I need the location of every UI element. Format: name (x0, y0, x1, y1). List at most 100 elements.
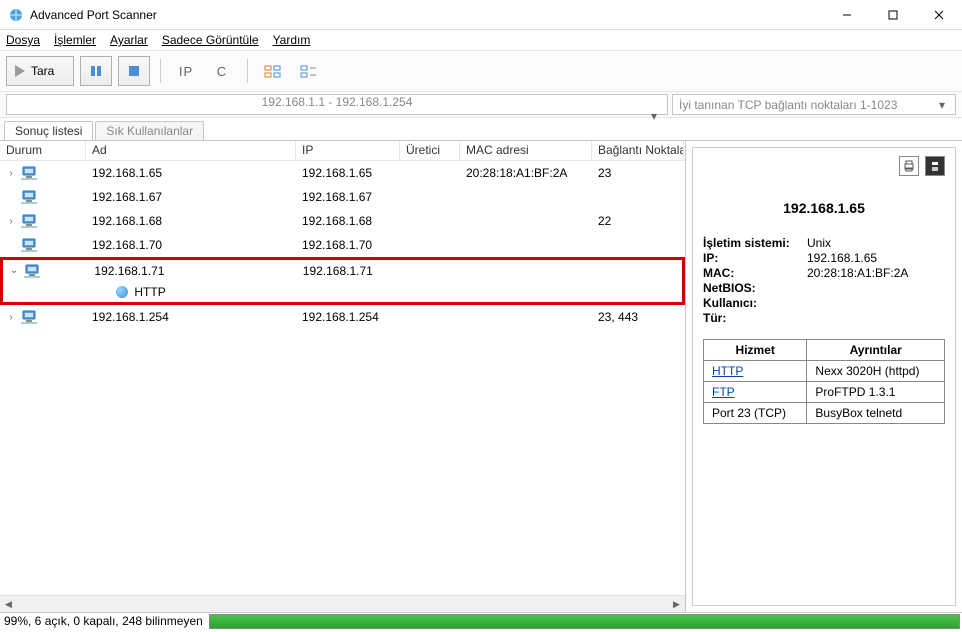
menu-bar: Dosya İşlemler Ayarlar Sadece Görüntüle … (0, 30, 962, 50)
separator (247, 59, 248, 83)
menu-file[interactable]: Dosya (6, 33, 40, 47)
expand-icon[interactable]: › (6, 168, 16, 179)
table-row[interactable]: ⌄ 192.168.1.71192.168.1.71 (0, 257, 685, 281)
toolbar: Tara IP C (0, 50, 962, 92)
main-area: Durum Ad IP Üretici MAC adresi Bağlantı … (0, 140, 962, 612)
cell-name: 192.168.1.65 (86, 166, 296, 180)
menu-help[interactable]: Yardım (273, 33, 311, 47)
netbios-label: NetBIOS: (703, 281, 807, 295)
progress-bar (209, 614, 960, 629)
separator (160, 59, 161, 83)
ip-range-value: 192.168.1.1 - 192.168.1.254 (262, 95, 413, 109)
cell-ip: 192.168.1.67 (296, 190, 400, 204)
det-header: Ayrıntılar (807, 340, 945, 361)
ip-label: IP: (703, 251, 807, 265)
tab-bar: Sonuç listesi Sık Kullanılanlar (0, 118, 962, 140)
host-icon (23, 264, 41, 278)
cell-ip: 192.168.1.68 (296, 214, 400, 228)
service-link[interactable]: FTP (712, 385, 735, 399)
expand-icon[interactable]: › (6, 216, 16, 227)
host-icon (20, 310, 38, 324)
menu-view[interactable]: Sadece Görüntüle (162, 33, 259, 47)
table-row[interactable]: ›192.168.1.68192.168.1.6822 (0, 209, 685, 233)
service-link[interactable]: HTTP (712, 364, 743, 378)
scan-button[interactable]: Tara (6, 56, 74, 86)
results-rows: › 192.168.1.65192.168.1.65 20:28:18:A1:BF:… (0, 161, 685, 595)
tab-results[interactable]: Sonuç listesi (4, 121, 93, 140)
title-bar: Advanced Port Scanner (0, 0, 962, 30)
menu-actions[interactable]: İşlemler (54, 33, 96, 47)
dropdown-icon[interactable]: ▾ (935, 98, 949, 112)
service-detail: ProFTPD 1.3.1 (807, 382, 945, 403)
save-button[interactable] (925, 156, 945, 176)
table-row[interactable]: ›192.168.1.67192.168.1.67 (0, 185, 685, 209)
stop-button[interactable] (118, 56, 150, 86)
col-mac[interactable]: MAC adresi (460, 141, 592, 160)
service-row: HTTP Nexx 3020H (httpd) (704, 361, 945, 382)
host-icon (20, 214, 38, 228)
host-icon (20, 190, 38, 204)
filter-bar: 192.168.1.1 - 192.168.1.254 ▾ İyi tanına… (0, 92, 962, 118)
mac-label: MAC: (703, 266, 807, 280)
cell-ports: 23 (592, 166, 684, 180)
close-button[interactable] (916, 0, 962, 30)
expand-all-button[interactable] (258, 56, 288, 86)
cell-ip: 192.168.1.71 (297, 264, 400, 278)
print-button[interactable] (899, 156, 919, 176)
expand-icon[interactable]: ⌄ (9, 265, 19, 276)
service-detail: Nexx 3020H (httpd) (807, 361, 945, 382)
host-icon (20, 238, 38, 252)
table-header: Durum Ad IP Üretici MAC adresi Bağlantı … (0, 141, 685, 161)
col-name[interactable]: Ad (86, 141, 296, 160)
window-title: Advanced Port Scanner (30, 8, 824, 22)
expand-icon[interactable]: › (6, 312, 16, 323)
cell-ip: 192.168.1.65 (296, 166, 400, 180)
cell-ports: 22 (592, 214, 684, 228)
services-table: Hizmet Ayrıntılar HTTP Nexx 3020H (httpd)… (703, 339, 945, 424)
col-status[interactable]: Durum (0, 141, 86, 160)
maximize-button[interactable] (870, 0, 916, 30)
ip-button[interactable]: IP (171, 56, 201, 86)
host-icon (20, 166, 38, 180)
table-row[interactable]: ›192.168.1.254192.168.1.25423, 443 (0, 305, 685, 329)
c-button[interactable]: C (207, 56, 237, 86)
cell-name: 192.168.1.254 (86, 310, 296, 324)
ip-value: 192.168.1.65 (807, 251, 945, 265)
play-icon (13, 64, 27, 78)
app-icon (8, 7, 24, 23)
cell-name: 192.168.1.70 (86, 238, 296, 252)
cell-mac: 20:28:18:A1:BF:2A (460, 166, 592, 180)
results-pane: Durum Ad IP Üretici MAC adresi Bağlantı … (0, 141, 686, 612)
port-filter-value: İyi tanınan TCP bağlantı noktaları 1-102… (679, 98, 897, 112)
pause-button[interactable] (80, 56, 112, 86)
tab-favorites[interactable]: Sık Kullanılanlar (95, 121, 204, 140)
status-text: 99%, 6 açık, 0 kapalı, 248 bilinmeyen (0, 613, 207, 630)
scroll-left-icon[interactable]: ◀ (0, 596, 17, 613)
os-value: Unix (807, 236, 945, 250)
collapse-all-button[interactable] (294, 56, 324, 86)
mac-value: 20:28:18:A1:BF:2A (807, 266, 945, 280)
col-vendor[interactable]: Üretici (400, 141, 460, 160)
minimize-button[interactable] (824, 0, 870, 30)
table-row[interactable]: › 192.168.1.65192.168.1.65 20:28:18:A1:BF:… (0, 161, 685, 185)
col-ip[interactable]: IP (296, 141, 400, 160)
table-subrow[interactable]: HTTP (0, 281, 685, 305)
scroll-right-icon[interactable]: ▶ (668, 596, 685, 613)
port-filter-input[interactable]: İyi tanınan TCP bağlantı noktaları 1-102… (672, 94, 956, 115)
http-icon (116, 286, 128, 298)
horizontal-scrollbar[interactable]: ◀ ▶ (0, 595, 685, 612)
user-label: Kullanıcı: (703, 296, 807, 310)
service-detail: BusyBox telnetd (807, 403, 945, 424)
service-row: FTP ProFTPD 1.3.1 (704, 382, 945, 403)
menu-settings[interactable]: Ayarlar (110, 33, 148, 47)
svc-header: Hizmet (704, 340, 807, 361)
cell-name: 192.168.1.71 (88, 264, 296, 278)
col-ports[interactable]: Bağlantı Noktaları (592, 141, 684, 160)
type-label: Tür: (703, 311, 807, 325)
ip-range-input[interactable]: 192.168.1.1 - 192.168.1.254 ▾ (6, 94, 668, 115)
dropdown-icon[interactable]: ▾ (647, 109, 661, 123)
table-row[interactable]: ›192.168.1.70192.168.1.70 (0, 233, 685, 257)
service-name: HTTP (134, 285, 165, 299)
os-label: İşletim sistemi: (703, 236, 807, 250)
detail-title: 192.168.1.65 (703, 200, 945, 216)
